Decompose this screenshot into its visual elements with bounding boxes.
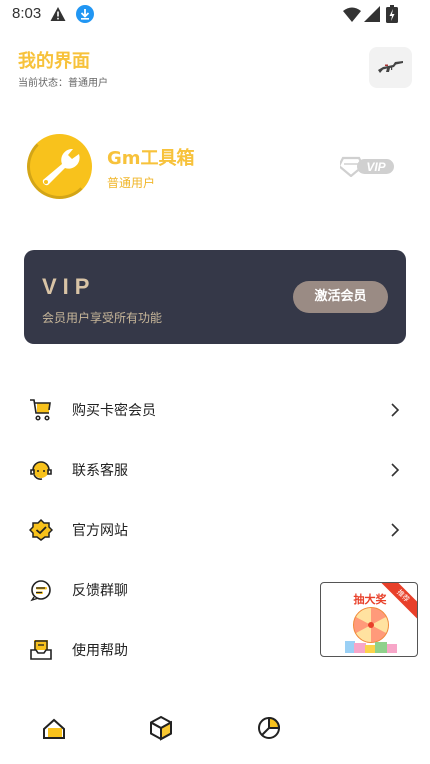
vip-card: VIP 会员用户享受所有功能 激活会员 (24, 250, 406, 344)
vip-badge-label: VIP (366, 160, 386, 174)
user-level: 普通用户 (107, 176, 156, 190)
menu-item-label: 使用帮助 (72, 643, 128, 659)
chevron-right-icon (391, 523, 400, 537)
menu-item-buy-card[interactable]: 购买卡密会员 (0, 385, 430, 435)
activate-vip-button[interactable]: 激活会员 (293, 281, 388, 313)
lottery-widget[interactable]: 抽大奖 推荐 (320, 582, 418, 657)
prize-wheel-icon (345, 607, 397, 653)
page-title: 我的界面 (18, 51, 90, 72)
bottom-nav (0, 700, 430, 764)
vip-card-title: VIP (42, 274, 96, 299)
menu-item-label: 联系客服 (72, 463, 128, 479)
chevron-right-icon (391, 403, 400, 417)
menu-item-customer-service[interactable]: 联系客服 (0, 445, 430, 495)
download-icon (76, 5, 94, 23)
help-inbox-icon (30, 640, 52, 660)
status-bar: 8:03 (0, 0, 430, 30)
vip-badge: VIP (340, 156, 394, 177)
menu-item-label: 官方网站 (72, 523, 128, 539)
menu-item-label: 反馈群聊 (72, 583, 128, 599)
warning-icon (50, 7, 66, 21)
customer-service-icon (30, 461, 52, 480)
wrench-icon (42, 148, 80, 186)
vip-card-description: 会员用户享受所有功能 (42, 311, 163, 325)
home-icon[interactable] (40, 714, 68, 742)
rifle-icon (378, 61, 403, 73)
chat-group-icon (30, 580, 51, 602)
wifi-icon (343, 7, 361, 22)
tool-button[interactable] (369, 47, 412, 88)
cube-icon[interactable] (147, 714, 175, 742)
website-badge-icon (29, 518, 53, 541)
page-subtitle: 当前状态：普通用户 (18, 78, 108, 89)
user-name: Gm工具箱 (107, 148, 195, 169)
menu-item-label: 购买卡密会员 (72, 403, 156, 419)
chevron-right-icon (391, 463, 400, 477)
cart-icon (30, 399, 51, 421)
menu-item-official-website[interactable]: 官方网站 (0, 505, 430, 555)
battery-icon (386, 5, 398, 23)
signal-icon (364, 6, 380, 22)
status-time: 8:03 (12, 5, 42, 22)
avatar[interactable] (27, 134, 92, 199)
profile-pie-icon[interactable] (255, 714, 283, 742)
